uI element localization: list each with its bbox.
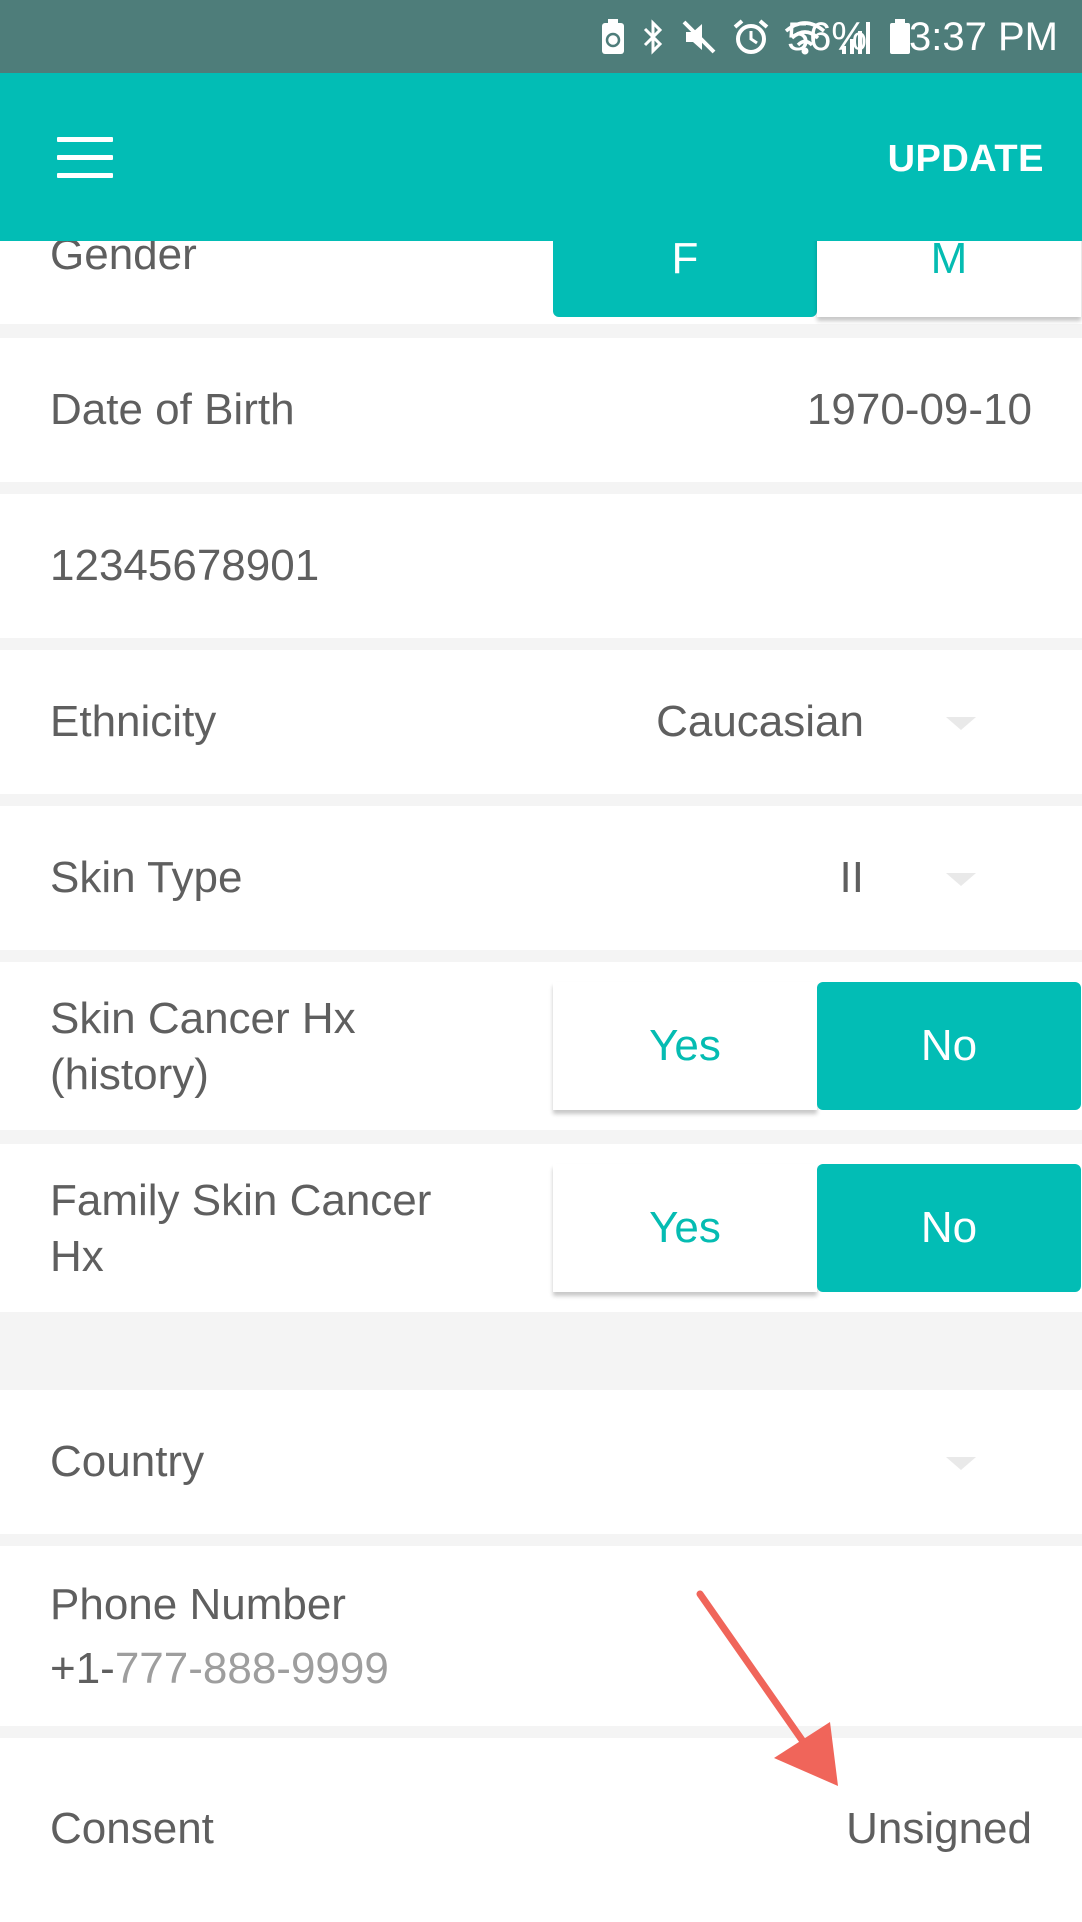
alarm-icon (733, 19, 769, 54)
dob-label: Date of Birth (50, 385, 295, 434)
phone-input-placeholder[interactable]: 777-888-9999 (115, 1644, 389, 1693)
phone-row: Phone Number +1-777-888-9999 (0, 1546, 1082, 1726)
update-button[interactable]: UPDATE (888, 137, 1044, 181)
country-row[interactable]: Country (0, 1390, 1082, 1534)
skin-cancer-hx-row: Skin Cancer Hx (history) Yes No (0, 962, 1082, 1130)
clock: 3:37 PM (909, 15, 1058, 59)
family-hx-label-line2: Hx (50, 1232, 104, 1281)
country-label: Country (50, 1437, 205, 1486)
hamburger-menu-icon[interactable] (57, 137, 113, 179)
dob-value[interactable]: 1970-09-10 (807, 383, 1032, 437)
phone-prefix: +1- (50, 1644, 115, 1693)
app-bar: UPDATE (0, 73, 1082, 241)
ethnicity-row[interactable]: Ethnicity Caucasian (0, 650, 1082, 794)
skin-type-label: Skin Type (50, 853, 243, 902)
skin-cancer-hx-no-button[interactable]: No (817, 982, 1081, 1110)
consent-row[interactable]: Consent Unsigned (0, 1738, 1082, 1922)
chevron-down-icon (946, 1457, 976, 1470)
phone-label: Phone Number (50, 1580, 346, 1629)
skin-cancer-hx-yes-button[interactable]: Yes (553, 982, 817, 1110)
consent-label: Consent (50, 1804, 214, 1853)
family-hx-no-button[interactable]: No (817, 1164, 1081, 1292)
phone-field[interactable]: +1-777-888-9999 (50, 1642, 389, 1696)
ethnicity-select[interactable]: Caucasian (656, 695, 864, 749)
skin-cancer-hx-label-line1: Skin Cancer Hx (50, 994, 356, 1043)
family-hx-label-line1: Family Skin Cancer (50, 1176, 432, 1225)
chevron-down-icon (946, 717, 976, 730)
dob-row[interactable]: Date of Birth 1970-09-10 (0, 338, 1082, 482)
skin-cancer-hx-label-line2: (history) (50, 1050, 209, 1099)
skin-type-row[interactable]: Skin Type II (0, 806, 1082, 950)
bluetooth-icon (643, 19, 663, 55)
mute-icon (682, 20, 716, 54)
consent-status[interactable]: Unsigned (846, 1802, 1032, 1856)
id-number-row[interactable]: 12345678901 (0, 494, 1082, 638)
battery-percent: 56% (786, 15, 867, 59)
family-hx-yes-button[interactable]: Yes (553, 1164, 817, 1292)
family-hx-row: Family Skin Cancer Hx Yes No (0, 1144, 1082, 1312)
ethnicity-label: Ethnicity (50, 697, 217, 746)
chevron-down-icon (946, 873, 976, 886)
status-bar: 56% 3:37 PM (0, 0, 1082, 73)
skin-type-select[interactable]: II (840, 851, 864, 905)
battery-saver-icon (602, 19, 624, 54)
id-number-value[interactable]: 12345678901 (50, 539, 319, 593)
